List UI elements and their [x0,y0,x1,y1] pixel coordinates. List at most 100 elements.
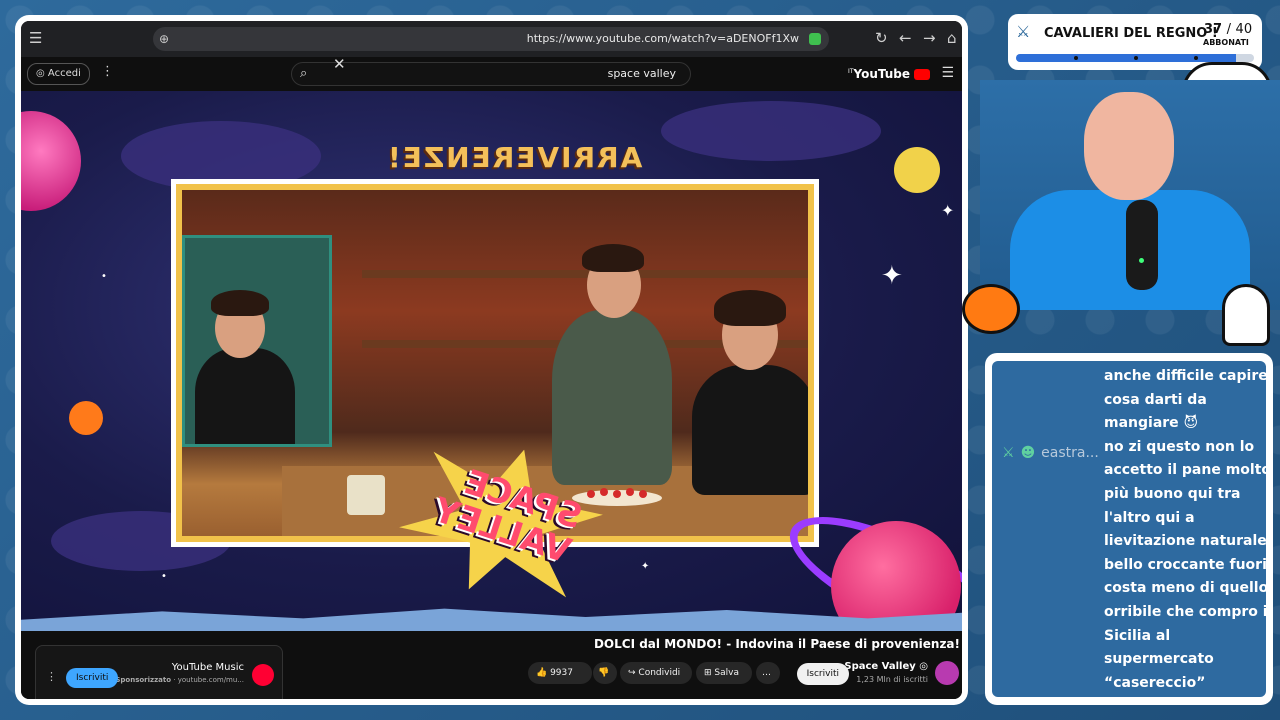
more-actions-icon[interactable]: … [756,662,780,684]
avatar-badge-icon: ☻ [1020,445,1036,461]
person [552,310,672,485]
strawberry [626,488,634,496]
chat-line: più buono qui tra [1104,485,1241,502]
chat-widget: ⚔ ☻ eastra... anche difficile capire cosa d… [985,353,1273,705]
home-icon[interactable]: ⌂ [947,29,957,47]
address-row: ☰ ⊕ https://www.youtube.com/watch?v=aDEN… [21,21,962,57]
chat-line: cosa darti da [1104,391,1207,408]
streamer-face [1084,92,1174,200]
goal-tick [1134,56,1138,60]
forward-icon[interactable]: → [923,29,936,47]
save-button[interactable]: ⊞ Salva [696,662,752,684]
chat-line: costa meno di quello [1104,580,1266,597]
logo-text: YouTube [853,67,910,81]
star-icon: ✦ [641,561,650,572]
ad-sub: Sponsorizzato · youtube.com/mu... [115,676,244,684]
zoom-icon[interactable]: ⊕ [159,27,169,51]
hair [714,290,786,326]
hamburger-icon[interactable]: ☰ [941,65,954,81]
youtube-header: ◎ Accedi ⋮ ⌕ space valley ITYouTube ☰ [21,57,962,91]
more-icon[interactable]: ⋮ [101,64,114,79]
cloud [661,101,881,161]
microphone [1126,200,1158,290]
chat-line: supermercato [1104,651,1214,668]
chat-line: mangiare 😈 [1104,415,1199,432]
chat-line: bello croccante fuori [1104,556,1266,573]
star-icon: ✦ [941,201,955,220]
moon-decoration [894,147,940,193]
planet-decoration [69,401,103,435]
search-bar[interactable]: ⌕ space valley [291,62,691,86]
person [692,365,808,495]
reload-icon[interactable]: ↻ [875,29,888,47]
ad-domain: youtube.com/mu... [177,676,244,684]
pumpkin-decoration [962,284,1020,334]
chat-line: “casereccio” [1104,674,1206,691]
chat-line: Sicilia al [1104,627,1171,644]
strawberry [639,490,647,498]
person [195,348,295,444]
goal-title: CAVALIERI DEL REGNO ! [1044,26,1218,41]
goal-count: 37 / 40 [1204,22,1252,37]
goal-tick [1074,56,1078,60]
accedi-button[interactable]: ◎ Accedi [27,63,90,85]
hair [211,290,269,316]
ad-card[interactable]: YouTube Music Sponsorizzato · youtube.co… [35,645,283,699]
chat-panel: ⚔ ☻ eastra... anche difficile capire cosa d… [992,361,1266,697]
browser-window: ☰ ⊕ https://www.youtube.com/watch?v=aDEN… [15,15,968,705]
goal-target: 40 [1235,22,1253,37]
dislike-button[interactable]: 👎 [593,662,617,684]
goal-current: 37 [1204,22,1223,37]
url-text: https://www.youtube.com/watch?v=aDENOFf1… [526,32,799,45]
chat-line: accetto il pane molto [1104,462,1266,479]
search-icon[interactable]: ⌕ [300,66,307,81]
goal-separator: / [1226,22,1232,37]
video-player[interactable]: ✦ ✦ • • ✦ ARRIVERENZE! SPACE VALLEY [21,91,962,631]
strawberry [613,490,621,498]
like-button[interactable]: 👍 9937 [528,662,592,684]
ad-subscribe-button[interactable]: Iscriviti [66,668,119,688]
mug [347,475,385,515]
back-icon[interactable]: ← [899,29,912,47]
mic-led [1139,258,1144,263]
chat-username-text: eastra... [1041,445,1099,461]
subscribe-button[interactable]: Iscriviti [796,663,849,685]
chat-username: ⚔ ☻ eastra... [1002,445,1099,461]
browser-content: ☰ ⊕ https://www.youtube.com/watch?v=aDEN… [21,21,962,699]
hair [582,244,644,272]
chat-line: anche difficile capire [1104,368,1266,384]
star-icon: • [161,571,167,582]
shield-icon [809,33,821,45]
inset-camera [182,235,332,447]
youtube-logo[interactable]: ITYouTube [848,67,930,81]
share-label: Condividi [638,668,681,678]
video-info: DOLCI dal MONDO! - Indovina il Paese di … [21,631,962,699]
planet-decoration [21,111,81,211]
arrivederci-banner: ARRIVERENZE! [386,141,643,174]
star-icon: • [101,271,107,282]
search-input[interactable]: space valley [608,67,676,80]
logo-text: SPACE VALLEY [429,458,587,572]
goal-tick [1194,56,1198,60]
ad-more-icon[interactable]: ⋮ [46,670,57,683]
chat-line: orribile che compro in [1104,603,1266,620]
star-icon: ✦ [881,261,903,291]
ad-name: YouTube Music [171,662,244,673]
clear-search-icon[interactable]: ✕ [333,55,346,73]
channel-avatar[interactable] [935,661,959,685]
goal-unit: ABBONATI [1203,38,1249,47]
accedi-label: Accedi [47,68,81,79]
menu-icon[interactable]: ☰ [29,29,42,47]
chat-line: l'altro qui a [1104,509,1195,526]
youtube-music-icon [252,664,274,686]
ground [21,608,962,631]
channel-name-text: Space Valley [844,661,916,672]
share-button[interactable]: ↪ Condividi [620,662,692,684]
subscriber-count: 1,23 Mln di iscritti [856,675,928,684]
url-bar[interactable]: ⊕ https://www.youtube.com/watch?v=aDENOF… [153,27,829,51]
save-label: Salva [714,668,739,678]
channel-name[interactable]: Space Valley ◎ [844,661,928,672]
ad-sponsored: Sponsorizzato [115,676,172,684]
sword-icon: ⚔ [1016,22,1031,41]
like-count: 9937 [550,668,573,678]
